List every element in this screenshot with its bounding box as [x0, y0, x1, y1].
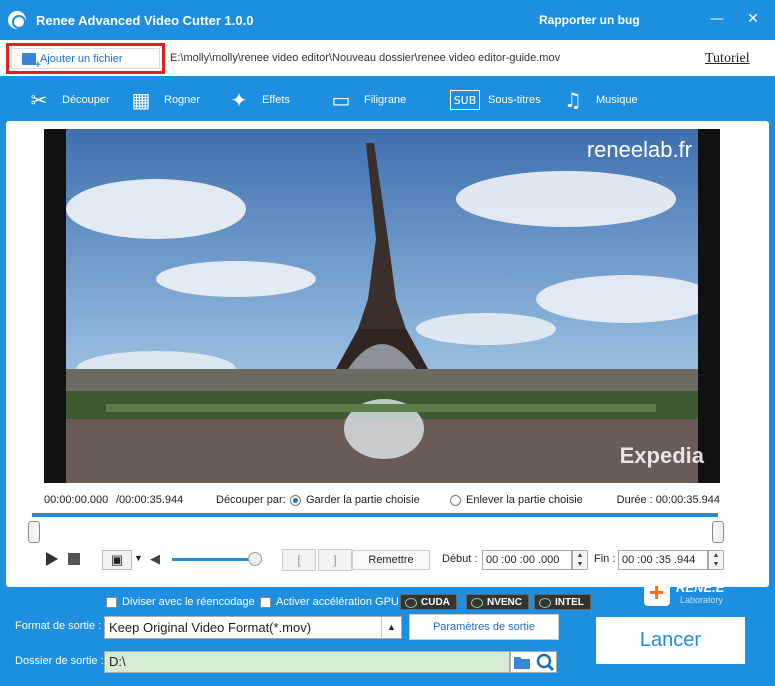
folder-actions [510, 651, 557, 673]
subtitle-icon: SUB [450, 90, 480, 110]
magic-wand-icon: ✦ [230, 88, 248, 112]
end-time-input[interactable]: 00 :00 :35 .944 [618, 550, 708, 570]
video-frame [66, 129, 698, 483]
set-end-button[interactable]: ] [318, 549, 352, 571]
scissors-film-icon: ✂ [30, 88, 48, 112]
current-time: 00:00:00.000 [44, 494, 109, 506]
tab-label: Musique [596, 94, 638, 106]
cuda-badge: CUDA [400, 594, 457, 610]
volume-knob[interactable] [248, 552, 262, 566]
report-bug-link[interactable]: Rapporter un bug [539, 13, 640, 27]
file-path: E:\molly\molly\renee video editor\Nouvea… [170, 52, 561, 64]
start-time-input[interactable]: 00 :00 :00 .000 [482, 550, 572, 570]
tab-filigrane[interactable]: ▭ Filigrane [326, 80, 426, 120]
tab-sous-titres[interactable]: SUB Sous-titres [450, 80, 550, 120]
title-bar: Renee Advanced Video Cutter 1.0.0 Rappor… [0, 0, 775, 40]
tab-musique[interactable]: ♫ Musique [558, 80, 648, 120]
timeline-track[interactable] [32, 513, 718, 517]
add-file-icon [22, 52, 41, 71]
start-time-stepper[interactable]: ▲ ▼ [572, 550, 588, 570]
video-preview: reneelab.fr Expedia [44, 129, 720, 483]
minimize-icon[interactable]: — [708, 10, 726, 28]
close-icon[interactable]: ✕ [744, 10, 762, 28]
radio-selected-icon [290, 494, 301, 506]
app-logo-icon [8, 11, 26, 29]
watermark-icon: ▭ [331, 88, 351, 112]
search-icon[interactable] [536, 653, 555, 672]
format-value: Keep Original Video Format(*.mov) [109, 620, 312, 635]
tab-label: Filigrane [364, 94, 407, 106]
music-note-icon: ♫ [564, 88, 582, 112]
end-handle[interactable] [712, 521, 724, 543]
chevron-down-icon[interactable]: ▼ [134, 553, 143, 563]
video-watermark: reneelab.fr [586, 137, 692, 162]
tab-bar: ✂ Découper ▦ Rogner ✦ Effets ▭ Filigrane… [0, 76, 775, 120]
format-select[interactable]: Keep Original Video Format(*.mov) ▲ [104, 616, 402, 639]
add-file-button[interactable]: Ajouter un fichier [6, 43, 165, 74]
total-time: /00:00:35.944 [116, 494, 184, 506]
video-corner-brand: Expedia [619, 443, 704, 468]
format-label: Format de sortie : [15, 620, 102, 632]
intel-badge: INTEL [534, 594, 591, 610]
start-handle[interactable] [28, 521, 40, 543]
folder-label: Dossier de sortie : [15, 655, 104, 667]
crop-film-icon: ▦ [131, 88, 151, 112]
folder-icon[interactable] [514, 657, 530, 669]
split-reencode-label: Diviser avec le réencodage [122, 596, 255, 608]
reset-button[interactable]: Remettre [352, 550, 430, 570]
time-row: 00:00:00.000 /00:00:35.944 Découper par:… [44, 494, 720, 510]
gpu-accel-label: Activer accélération GPU [276, 596, 399, 608]
tab-rogner[interactable]: ▦ Rogner [126, 80, 216, 120]
tab-decouper[interactable]: ✂ Découper [10, 80, 116, 120]
play-icon[interactable] [44, 551, 58, 567]
app-window: Renee Advanced Video Cutter 1.0.0 Rappor… [0, 0, 775, 686]
playback-controls: ▣ ▼ ◀ [ ] Remettre Début : 00 :00 :00 .0… [44, 549, 764, 573]
gpu-accel-checkbox[interactable]: Activer accélération GPU [260, 596, 399, 608]
app-title: Renee Advanced Video Cutter 1.0.0 [36, 13, 254, 28]
checkbox-icon [260, 596, 271, 608]
launch-button[interactable]: Lancer [596, 617, 745, 664]
end-time-stepper[interactable]: ▲ ▼ [708, 550, 724, 570]
radio-unselected-icon [450, 494, 461, 506]
tutorial-link[interactable]: Tutoriel [705, 51, 750, 67]
volume-icon[interactable]: ◀ [150, 552, 160, 567]
add-file-label: Ajouter un fichier [40, 52, 123, 65]
start-label: Début : [442, 553, 478, 565]
split-reencode-checkbox[interactable]: Diviser avec le réencodage [106, 596, 255, 608]
renee-logo: RENE.E Laboratory [644, 577, 744, 608]
remove-part-label: Enlever la partie choisie [466, 494, 583, 506]
stop-icon[interactable] [68, 553, 80, 565]
snapshot-button[interactable]: ▣ [102, 550, 132, 570]
checkbox-icon [106, 596, 117, 608]
keep-part-radio[interactable]: Garder la partie choisie [290, 494, 420, 506]
renee-brand-sub: Laboratory [680, 595, 724, 605]
duration-text: Durée : 00:00:35.944 [616, 494, 720, 506]
tab-label: Rogner [164, 94, 201, 106]
tab-effets[interactable]: ✦ Effets [224, 80, 314, 120]
end-label: Fin : [594, 553, 616, 565]
keep-part-label: Garder la partie choisie [306, 494, 420, 506]
volume-slider[interactable] [172, 558, 258, 561]
tab-label: Sous-titres [488, 94, 541, 106]
chevron-up-icon[interactable]: ▲ [381, 617, 401, 638]
output-folder-input[interactable]: D:\ [104, 651, 510, 673]
renee-plus-icon [644, 577, 670, 608]
file-bar: Ajouter un fichier E:\molly\molly\renee … [0, 40, 775, 76]
tab-label: Effets [262, 94, 290, 106]
editor-panel: reneelab.fr Expedia 00:00:00.000 /00:00:… [6, 121, 769, 587]
renee-brand: RENE.E [676, 580, 725, 595]
output-params-button[interactable]: Paramètres de sortie [409, 614, 559, 640]
cut-by-label: Découper par: [216, 494, 286, 506]
nvenc-badge: NVENC [466, 594, 530, 610]
set-start-button[interactable]: [ [282, 549, 316, 571]
remove-part-radio[interactable]: Enlever la partie choisie [450, 494, 583, 506]
tab-label: Découper [62, 94, 110, 106]
camera-icon: ▣ [110, 552, 124, 567]
